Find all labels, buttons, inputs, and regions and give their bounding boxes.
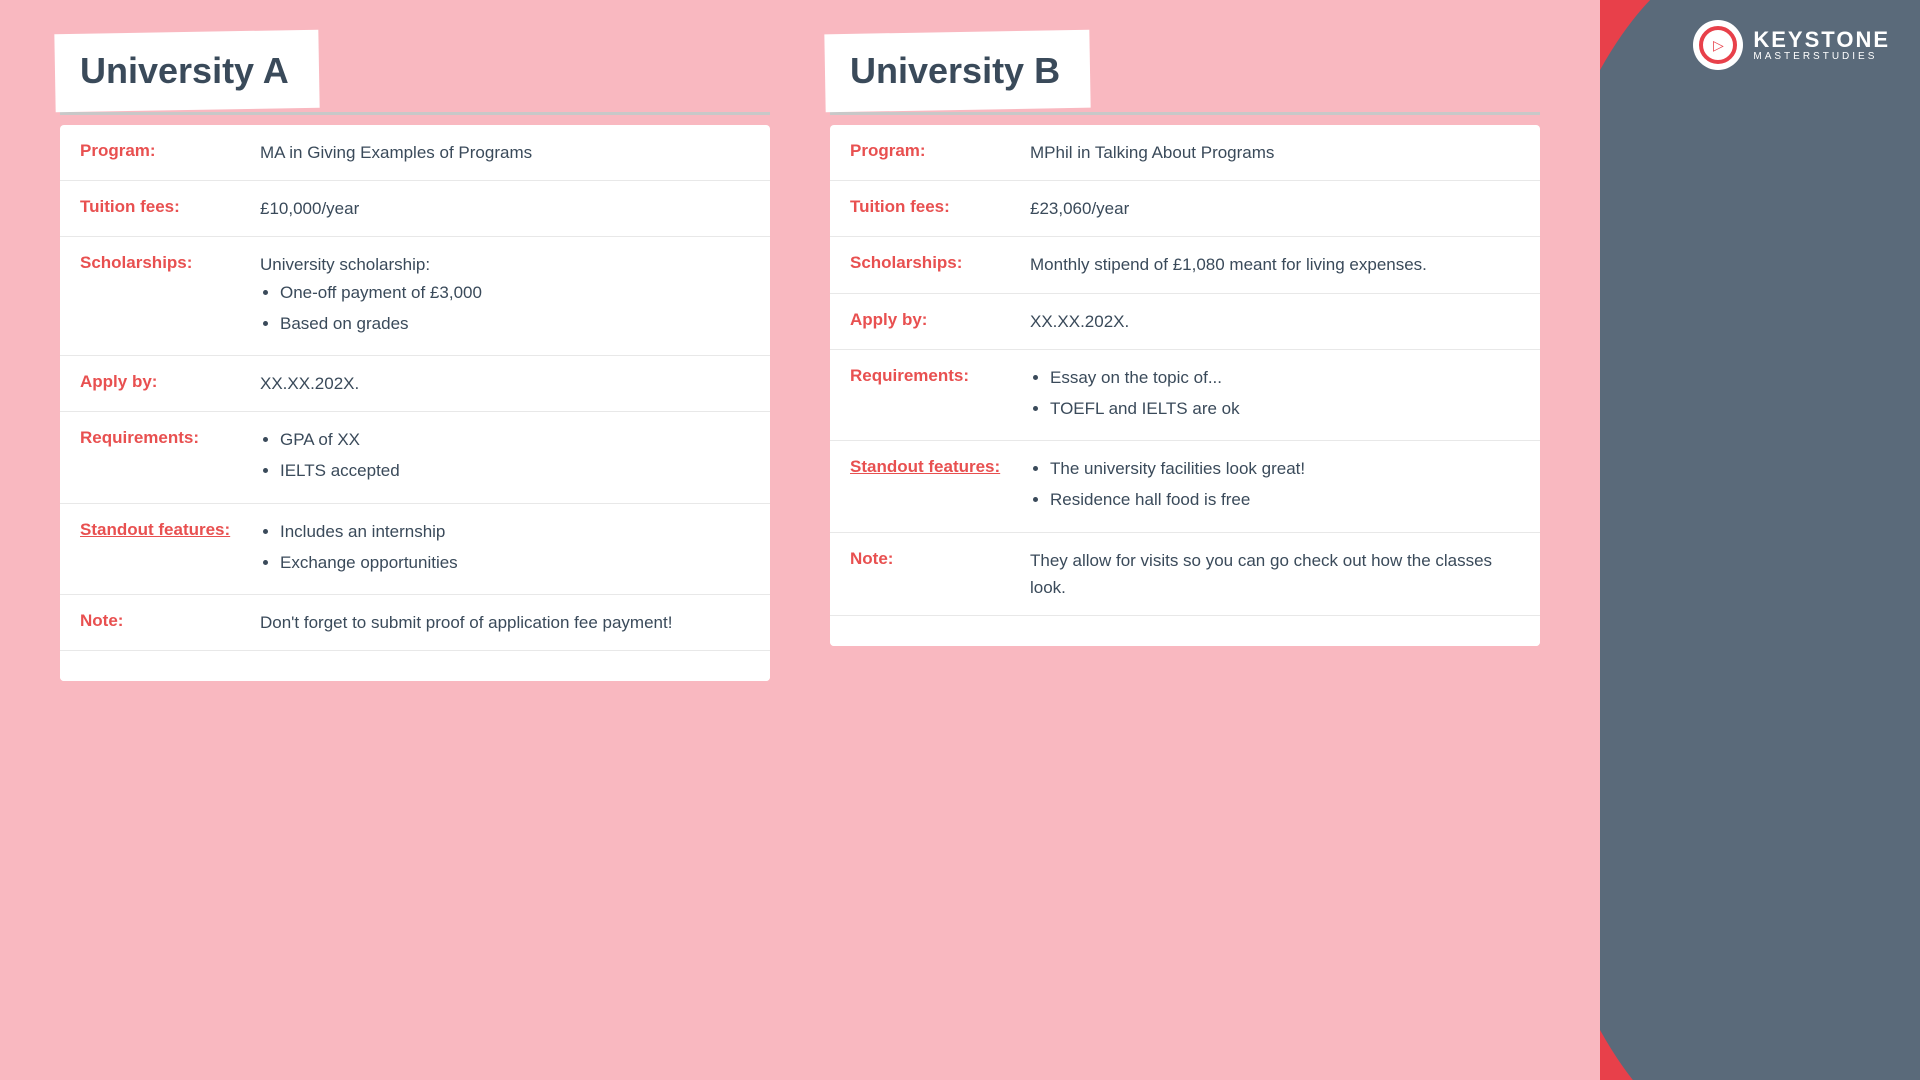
university-a-standout-label: Standout features: [80,518,260,540]
university-b-card: University B Program: MPhil in Talking A… [830,40,1540,1040]
university-b-tuition-value: £23,060/year [1030,195,1129,222]
university-a-standout-list: Includes an internship Exchange opportun… [260,518,458,576]
brand-sub: MASTERSTUDIES [1753,51,1890,62]
university-b-standout-list: The university facilities look great! Re… [1030,455,1305,513]
university-a-title: University A [60,40,309,102]
university-a-title-tab: University A [60,40,309,102]
university-a-table: Program: MA in Giving Examples of Progra… [60,125,770,681]
university-b-apply-row: Apply by: XX.XX.202X. [830,294,1540,350]
university-b-bottom-spacer [830,616,1540,646]
list-item: IELTS accepted [280,457,400,484]
university-b-apply-label: Apply by: [850,308,1030,330]
university-a-tuition-label: Tuition fees: [80,195,260,217]
list-item: The university facilities look great! [1050,455,1305,482]
university-a-standout-value: Includes an internship Exchange opportun… [260,518,458,580]
university-a-requirements-row: Requirements: GPA of XX IELTS accepted [60,412,770,503]
university-a-apply-label: Apply by: [80,370,260,392]
university-b-requirements-value: Essay on the topic of... TOEFL and IELTS… [1030,364,1240,426]
university-b-scholarships-label: Scholarships: [850,251,1030,273]
university-a-requirements-label: Requirements: [80,426,260,448]
university-b-program-row: Program: MPhil in Talking About Programs [830,125,1540,181]
list-item: Includes an internship [280,518,458,545]
university-b-scholarships-value: Monthly stipend of £1,080 meant for livi… [1030,251,1427,278]
university-a-scholarships-list: One-off payment of £3,000 Based on grade… [260,279,482,337]
university-b-note-label: Note: [850,547,1030,569]
university-b-tuition-label: Tuition fees: [850,195,1030,217]
university-b-program-label: Program: [850,139,1030,161]
university-b-requirements-label: Requirements: [850,364,1030,386]
university-a-program-row: Program: MA in Giving Examples of Progra… [60,125,770,181]
university-a-bottom-spacer [60,651,770,681]
university-b-scholarships-row: Scholarships: Monthly stipend of £1,080 … [830,237,1540,293]
list-item: One-off payment of £3,000 [280,279,482,306]
university-a-apply-row: Apply by: XX.XX.202X. [60,356,770,412]
university-a-standout-row: Standout features: Includes an internshi… [60,504,770,595]
university-a-scholarships-value: University scholarship: One-off payment … [260,251,482,341]
university-b-divider [830,112,1540,115]
university-b-title-tab: University B [830,40,1080,102]
list-item: Residence hall food is free [1050,486,1305,513]
decorative-panel [1600,0,1920,1080]
university-b-program-value: MPhil in Talking About Programs [1030,139,1274,166]
university-b-tuition-row: Tuition fees: £23,060/year [830,181,1540,237]
university-a-program-label: Program: [80,139,260,161]
university-a-tuition-value: £10,000/year [260,195,359,222]
university-a-program-value: MA in Giving Examples of Programs [260,139,532,166]
university-b-standout-value: The university facilities look great! Re… [1030,455,1305,517]
university-a-note-row: Note: Don't forget to submit proof of ap… [60,595,770,651]
university-a-scholarships-intro: University scholarship: [260,255,430,274]
list-item: Exchange opportunities [280,549,458,576]
university-b-note-row: Note: They allow for visits so you can g… [830,533,1540,616]
university-b-note-value: They allow for visits so you can go chec… [1030,547,1520,601]
university-b-title: University B [830,40,1080,102]
university-b-table: Program: MPhil in Talking About Programs… [830,125,1540,646]
university-b-apply-value: XX.XX.202X. [1030,308,1129,335]
university-a-apply-value: XX.XX.202X. [260,370,359,397]
list-item: TOEFL and IELTS are ok [1050,395,1240,422]
list-item: Essay on the topic of... [1050,364,1240,391]
keystone-logo: KEYSTONE MASTERSTUDIES [1693,20,1890,70]
university-b-requirements-list: Essay on the topic of... TOEFL and IELTS… [1030,364,1240,422]
main-content: University A Program: MA in Giving Examp… [0,0,1600,1080]
university-a-note-value: Don't forget to submit proof of applicat… [260,609,672,636]
university-a-scholarships-row: Scholarships: University scholarship: On… [60,237,770,356]
keystone-logo-icon [1693,20,1743,70]
university-b-requirements-row: Requirements: Essay on the topic of... T… [830,350,1540,441]
list-item: GPA of XX [280,426,400,453]
university-b-standout-label: Standout features: [850,455,1030,477]
brand-name: KEYSTONE [1753,29,1890,51]
university-a-note-label: Note: [80,609,260,631]
university-a-requirements-list: GPA of XX IELTS accepted [260,426,400,484]
university-a-tuition-row: Tuition fees: £10,000/year [60,181,770,237]
list-item: Based on grades [280,310,482,337]
university-a-requirements-value: GPA of XX IELTS accepted [260,426,400,488]
university-a-divider [60,112,770,115]
university-b-standout-row: Standout features: The university facili… [830,441,1540,532]
university-a-card: University A Program: MA in Giving Examp… [60,40,770,1040]
university-a-scholarships-label: Scholarships: [80,251,260,273]
